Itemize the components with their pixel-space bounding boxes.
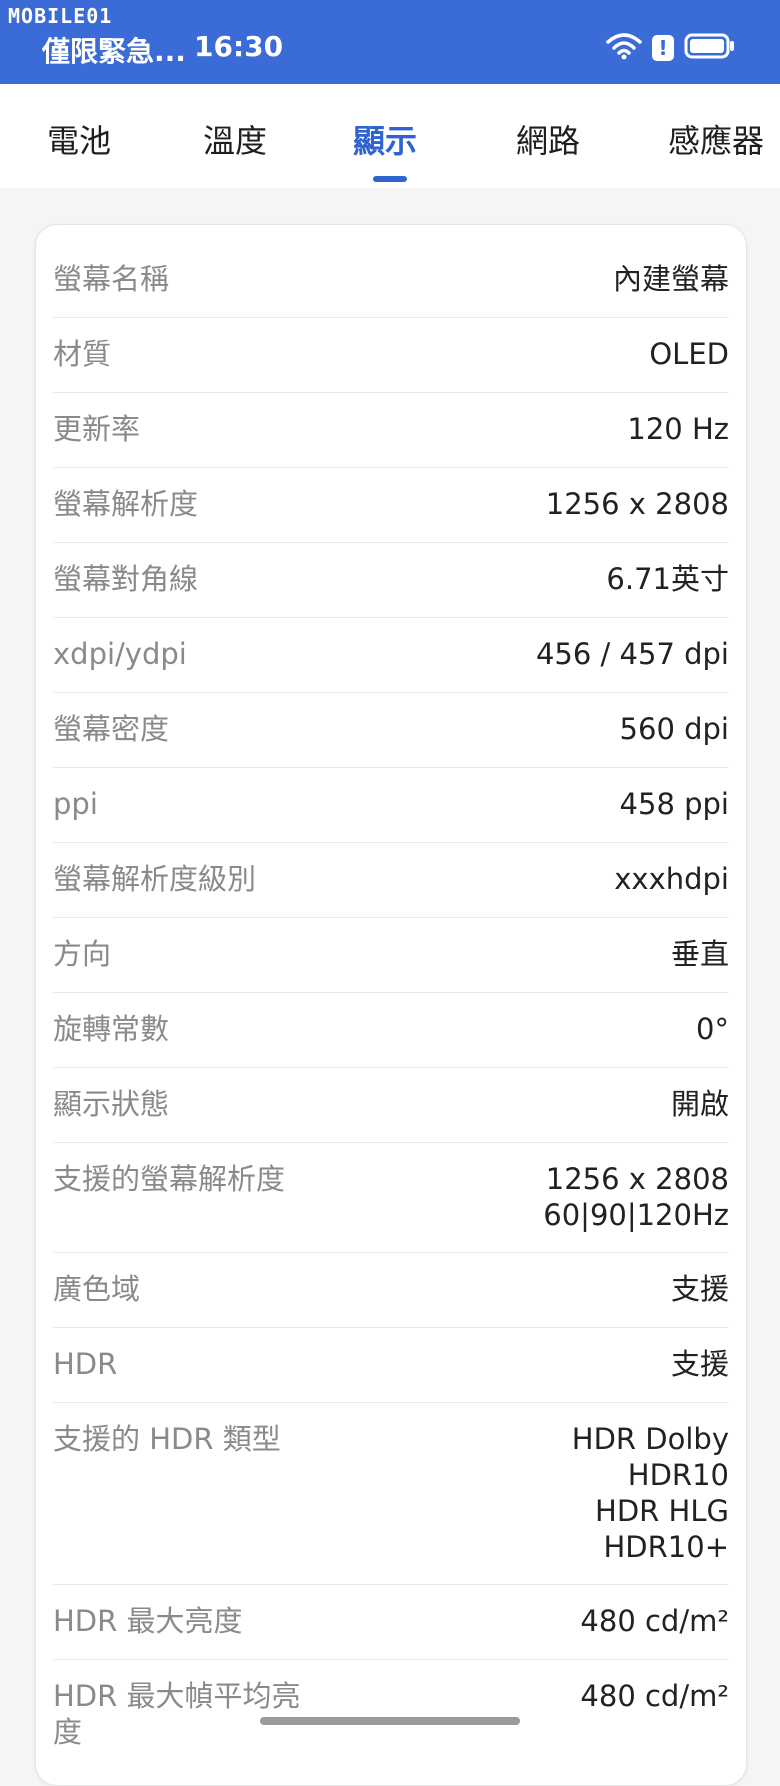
active-tab-indicator bbox=[373, 176, 407, 182]
row-value: HDR Dolby HDR10 HDR HLG HDR10+ bbox=[571, 1422, 729, 1564]
row-value: 480 cd/m² bbox=[580, 1604, 729, 1638]
row-value: 6.71英寸 bbox=[606, 562, 729, 596]
info-row: HDR 支援 bbox=[53, 1327, 729, 1403]
row-label: HDR bbox=[53, 1347, 118, 1381]
system-icons: ! bbox=[606, 32, 736, 64]
home-indicator[interactable] bbox=[260, 1717, 520, 1725]
info-row: 方向 垂直 bbox=[53, 917, 729, 993]
tab-battery[interactable]: 電池 bbox=[47, 116, 111, 162]
row-value: 0° bbox=[696, 1012, 729, 1046]
row-label: HDR 最大亮度 bbox=[53, 1604, 243, 1638]
info-row: xdpi/ydpi 456 / 457 dpi bbox=[53, 617, 729, 693]
row-label: 螢幕解析度級別 bbox=[53, 862, 257, 896]
row-label: xdpi/ydpi bbox=[53, 637, 187, 671]
tab-temperature[interactable]: 溫度 bbox=[203, 116, 267, 162]
clock: 16:30 bbox=[194, 30, 284, 63]
carrier-text: 僅限緊急... bbox=[42, 35, 186, 68]
info-row: 旋轉常數 0° bbox=[53, 992, 729, 1068]
tab-display[interactable]: 顯示 bbox=[353, 116, 417, 162]
row-label: 螢幕名稱 bbox=[53, 262, 170, 296]
row-value: 480 cd/m² bbox=[580, 1679, 729, 1713]
info-row: 螢幕解析度級別 xxxhdpi bbox=[53, 842, 729, 918]
row-label: 螢幕對角線 bbox=[53, 562, 199, 596]
wifi-icon bbox=[606, 32, 642, 64]
info-row: 螢幕對角線 6.71英寸 bbox=[53, 542, 729, 618]
row-label: 材質 bbox=[53, 337, 112, 371]
info-row: 支援的 HDR 類型 HDR Dolby HDR10 HDR HLG HDR10… bbox=[53, 1402, 729, 1585]
info-row: 材質 OLED bbox=[53, 317, 729, 393]
alert-icon: ! bbox=[652, 35, 674, 61]
row-value: 120 Hz bbox=[627, 412, 729, 446]
row-label: 螢幕解析度 bbox=[53, 487, 199, 521]
display-info-card: 螢幕名稱 內建螢幕 材質 OLED 更新率 120 Hz 螢幕解析度 1256 … bbox=[35, 224, 747, 1786]
info-row: 廣色域 支援 bbox=[53, 1252, 729, 1328]
row-label: 廣色域 bbox=[53, 1272, 141, 1306]
row-label: 支援的 HDR 類型 bbox=[53, 1422, 281, 1456]
row-value: 560 dpi bbox=[619, 712, 729, 746]
battery-icon bbox=[684, 33, 736, 63]
info-row: 更新率 120 Hz bbox=[53, 392, 729, 468]
info-row: 顯示狀態 開啟 bbox=[53, 1067, 729, 1143]
tab-bar: 電池 溫度 顯示 網路 感應器 bbox=[0, 84, 780, 188]
row-value: xxxhdpi bbox=[614, 862, 729, 896]
row-value: 支援 bbox=[670, 1347, 729, 1381]
info-row: 支援的螢幕解析度 1256 x 2808 60|90|120Hz bbox=[53, 1142, 729, 1253]
info-row: 螢幕名稱 內建螢幕 bbox=[53, 225, 729, 318]
row-label: 支援的螢幕解析度 bbox=[53, 1162, 286, 1196]
row-value: 內建螢幕 bbox=[612, 262, 729, 296]
row-label: ppi bbox=[53, 787, 98, 821]
row-label: 螢幕密度 bbox=[53, 712, 170, 746]
status-bar: MOBILE01 僅限緊急... 16:30 ! bbox=[0, 0, 780, 84]
info-row: ppi 458 ppi bbox=[53, 767, 729, 843]
tab-network[interactable]: 網路 bbox=[516, 116, 580, 162]
row-label: 顯示狀態 bbox=[53, 1087, 170, 1121]
tab-sensors[interactable]: 感應器 bbox=[668, 116, 764, 162]
info-row: 螢幕密度 560 dpi bbox=[53, 692, 729, 768]
row-value: 開啟 bbox=[670, 1087, 729, 1121]
row-value: 1256 x 2808 bbox=[545, 487, 729, 521]
row-value: 垂直 bbox=[670, 937, 729, 971]
row-value: 1256 x 2808 60|90|120Hz bbox=[543, 1162, 729, 1232]
info-row: 螢幕解析度 1256 x 2808 bbox=[53, 467, 729, 543]
row-label: HDR 最大幀平均亮 度 bbox=[53, 1679, 301, 1749]
row-value: OLED bbox=[649, 337, 729, 371]
row-value: 支援 bbox=[670, 1272, 729, 1306]
info-row: HDR 最大亮度 480 cd/m² bbox=[53, 1584, 729, 1660]
row-value: 456 / 457 dpi bbox=[535, 637, 729, 671]
row-value: 458 ppi bbox=[619, 787, 729, 821]
row-label: 旋轉常數 bbox=[53, 1012, 170, 1046]
row-label: 方向 bbox=[53, 937, 112, 971]
row-label: 更新率 bbox=[53, 412, 141, 446]
watermark-logo: MOBILE01 bbox=[8, 4, 113, 28]
